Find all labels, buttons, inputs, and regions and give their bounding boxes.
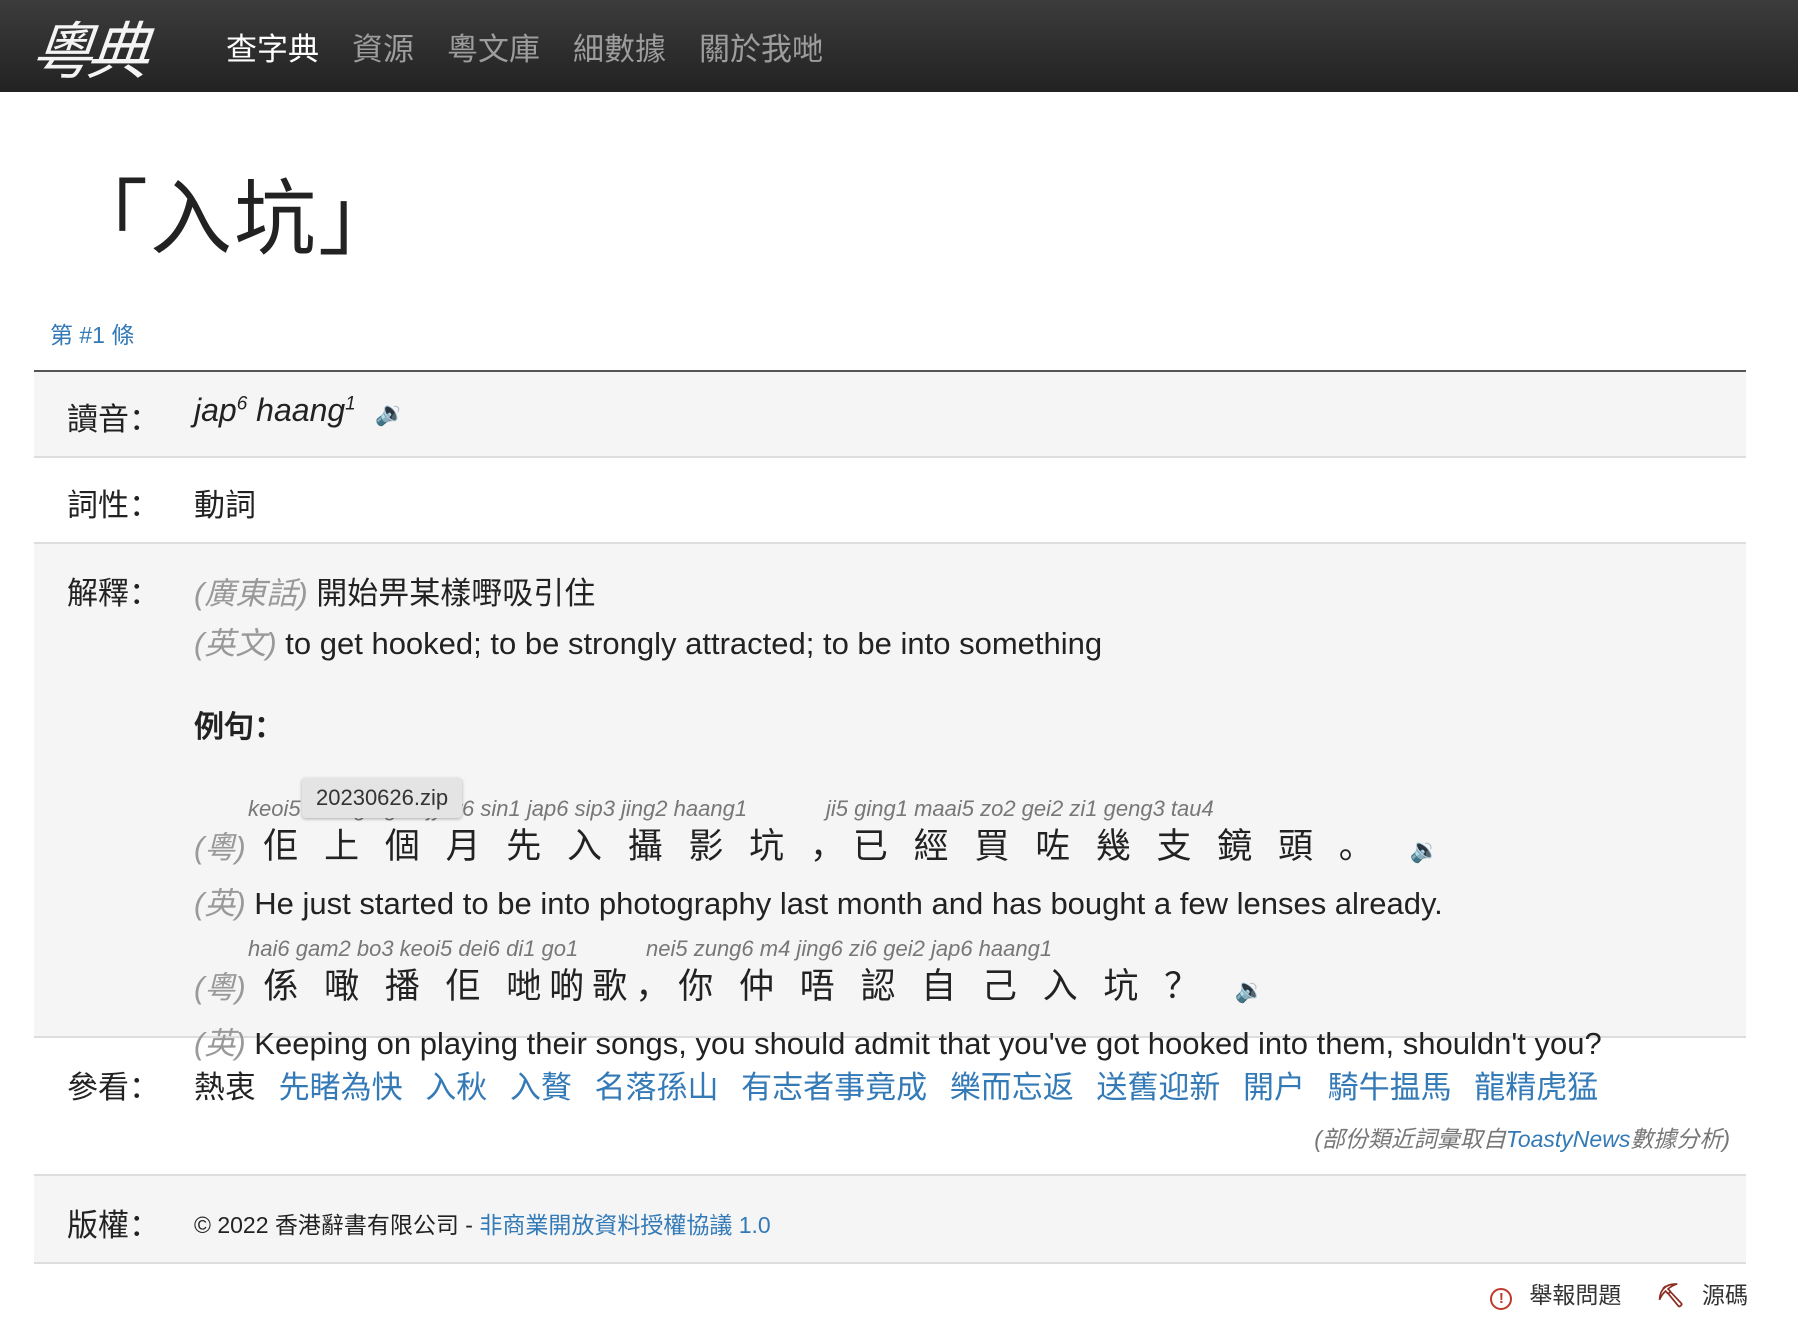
part-of-speech-label: 詞性： — [67, 488, 160, 523]
tone-1: 6 — [236, 393, 248, 415]
license-link[interactable]: 非商業開放資料授權協議 1.0 — [479, 1212, 770, 1238]
entry-table: 讀音： jap6 haang1 🔉 詞性： 動詞 解釋： (廣東話) 開始畀某樣… — [34, 370, 1746, 1264]
definition-yue: (廣東話) 開始畀某樣嘢吸引住 — [194, 568, 595, 613]
part-of-speech-row: 詞性： 動詞 — [34, 458, 1746, 544]
source-code-link[interactable]: ⛏ 源碼 — [1642, 1282, 1748, 1308]
footer-links: ! 舉報問題 ⛏ 源碼 — [1462, 1276, 1748, 1310]
nav-link-corpus[interactable]: 粵文庫 — [447, 24, 540, 69]
syllable-2: haang — [256, 392, 346, 428]
nav-links: 查字典 資源 粵文庫 細數據 關於我哋 — [226, 24, 856, 69]
examples-heading: 例句： — [194, 711, 284, 744]
syllable-1: jap — [194, 392, 237, 428]
tone-2: 1 — [345, 393, 356, 415]
report-issue-label: 舉報問題 — [1529, 1282, 1622, 1308]
note-suffix: 數據分析) — [1630, 1126, 1730, 1152]
report-issue-link[interactable]: ! 舉報問題 — [1476, 1282, 1622, 1310]
example-yue: (粵) 佢 上 個 月 先 入 攝 影 坑 ，已 經 買 咗 幾 支 鏡 頭 。… — [194, 818, 1439, 869]
speaker-icon[interactable]: 🔉 — [375, 400, 405, 427]
see-also-link[interactable]: 送舊迎新 — [1096, 1070, 1220, 1105]
see-also-list: 熱衷 先睹為快 入秋 入贅 名落孫山 有志者事竟成 樂而忘返 送舊迎新 開户 騎… — [194, 1062, 1612, 1107]
see-also-link[interactable]: 開户 — [1243, 1070, 1305, 1105]
nav-link-about[interactable]: 關於我哋 — [699, 24, 823, 69]
speaker-icon[interactable]: 🔉 — [1409, 837, 1439, 864]
page-title: 「入坑」 — [66, 172, 403, 267]
top-navbar: 粵典 查字典 資源 粵文庫 細數據 關於我哋 — [0, 0, 1798, 92]
lang-tag: (粵) — [194, 970, 246, 1005]
part-of-speech: 動詞 — [194, 488, 256, 523]
jyutping: jap6 haang1 🔉 — [194, 392, 405, 429]
pronunciation-row: 讀音： jap6 haang1 🔉 — [34, 372, 1746, 458]
see-also-link[interactable]: 有志者事竟成 — [741, 1070, 927, 1105]
lang-tag: (廣東話) — [194, 576, 308, 611]
see-also-row: 參看： 熱衷 先睹為快 入秋 入贅 名落孫山 有志者事竟成 樂而忘返 送舊迎新 … — [34, 1038, 1746, 1176]
see-also-plain: 熱衷 — [194, 1070, 256, 1105]
definition-eng: (英文) to get hooked; to be strongly attra… — [194, 618, 1102, 663]
definition-eng-text: to get hooked; to be strongly attracted;… — [285, 626, 1103, 661]
example-yue: (粵) 係 噉 播 佢 哋啲歌，你 仲 唔 認 自 己 入 坑 ？ 🔉 — [194, 958, 1265, 1009]
see-also-label: 參看： — [67, 1070, 160, 1105]
nav-link-statistics[interactable]: 細數據 — [573, 24, 666, 69]
definition-yue-text: 開始畀某樣嘢吸引住 — [316, 576, 596, 611]
hammer-icon: ⛏ — [1655, 1282, 1685, 1308]
source-code-label: 源碼 — [1702, 1282, 1748, 1308]
see-also-link[interactable]: 名落孫山 — [595, 1070, 719, 1105]
example-yue-text: 佢 上 個 月 先 入 攝 影 坑 ，已 經 買 咗 幾 支 鏡 頭 。 — [263, 827, 1382, 866]
see-also-link[interactable]: 樂而忘返 — [950, 1070, 1074, 1105]
site-logo[interactable]: 粵典 — [28, 6, 188, 88]
speaker-icon[interactable]: 🔉 — [1235, 977, 1265, 1004]
filename-tooltip: 20230626.zip — [302, 778, 463, 818]
copyright-owner: © 2022 香港辭書有限公司 - — [194, 1212, 480, 1238]
see-also-link[interactable]: 龍精虎猛 — [1474, 1070, 1598, 1105]
lang-tag: (英文) — [194, 626, 277, 661]
similar-words-note: (部份類近詞彙取自ToastyNews數據分析) — [1314, 1120, 1730, 1154]
copyright-row: 版權： © 2022 香港辭書有限公司 - 非商業開放資料授權協議 1.0 — [34, 1176, 1746, 1264]
see-also-link[interactable]: 入秋 — [425, 1070, 487, 1105]
copyright-text: © 2022 香港辭書有限公司 - 非商業開放資料授權協議 1.0 — [194, 1206, 771, 1240]
nav-link-resources[interactable]: 資源 — [352, 24, 414, 69]
copyright-label: 版權： — [67, 1208, 160, 1243]
nav-link-dictionary[interactable]: 查字典 — [226, 24, 319, 69]
see-also-link[interactable]: 先睹為快 — [279, 1070, 403, 1105]
see-also-link[interactable]: 騎牛揾馬 — [1328, 1070, 1452, 1105]
lang-tag: (英) — [194, 886, 246, 921]
example-yue-text: 係 噉 播 佢 哋啲歌，你 仲 唔 認 自 己 入 坑 ？ — [263, 967, 1208, 1006]
warning-icon: ! — [1490, 1288, 1513, 1310]
note-prefix: (部份類近詞彙取自 — [1314, 1126, 1506, 1152]
lang-tag: (粵) — [194, 830, 246, 865]
example-eng: (英) He just started to be into photograp… — [194, 878, 1443, 923]
pronunciation-label: 讀音： — [67, 402, 160, 437]
example-eng-text: He just started to be into photography l… — [254, 886, 1443, 921]
definition-label: 解釋： — [67, 576, 160, 611]
definition-row: 解釋： (廣東話) 開始畀某樣嘢吸引住 (英文) to get hooked; … — [34, 544, 1746, 1061]
see-also-link[interactable]: 入贅 — [510, 1070, 572, 1105]
entry-number-link[interactable]: 第 #1 條 — [50, 316, 134, 350]
toastynews-link[interactable]: ToastyNews — [1506, 1126, 1630, 1152]
